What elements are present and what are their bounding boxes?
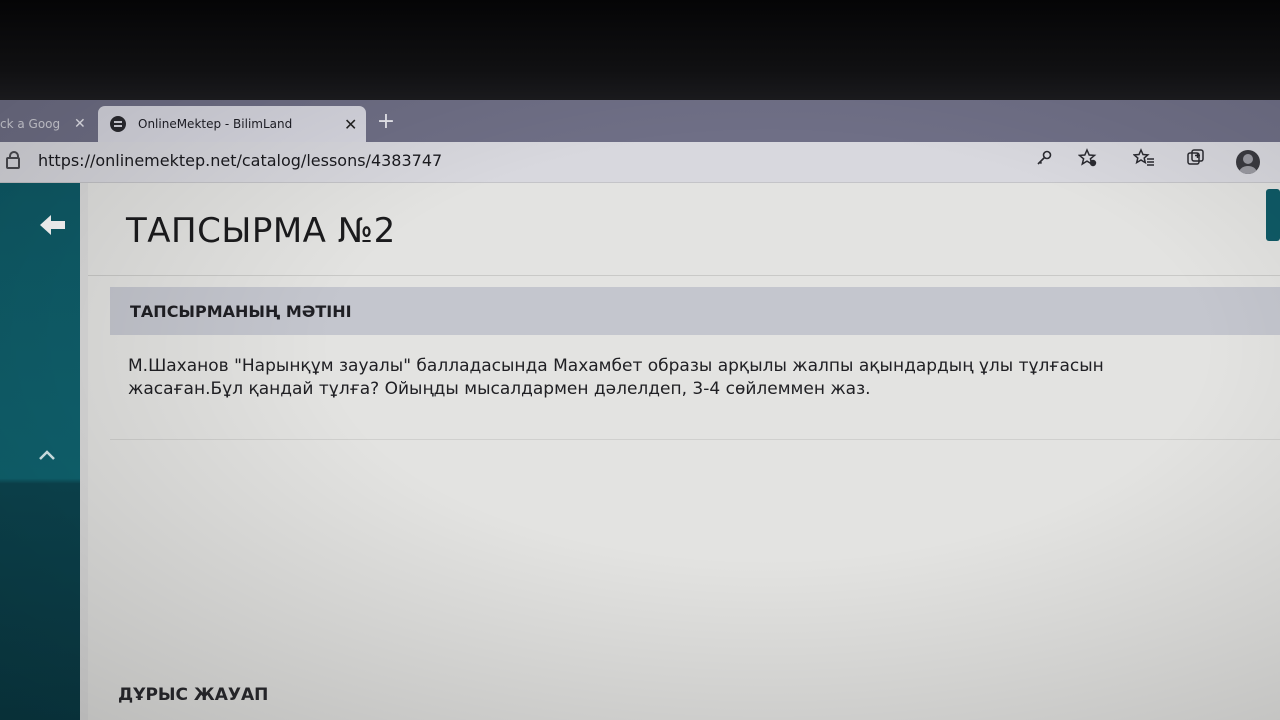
favorites-list-icon[interactable] xyxy=(1130,148,1158,176)
page-title: ТАПСЫРМА №2 xyxy=(126,211,396,251)
site-favicon-icon xyxy=(110,116,126,132)
tab-title: ck a Goog xyxy=(0,117,61,131)
section-header: ТАПСЫРМАНЫҢ МӘТІНІ xyxy=(110,287,1280,335)
divider xyxy=(88,275,1280,276)
back-arrow-icon[interactable] xyxy=(40,213,66,243)
side-panel-handle[interactable] xyxy=(1266,189,1280,241)
tab-onlinemektep[interactable]: OnlineMektep - BilimLand ✕ xyxy=(98,106,366,142)
collections-icon[interactable] xyxy=(1182,148,1210,176)
task-text: М.Шаханов "Нарынқұм зауалы" балладасында… xyxy=(128,356,1104,399)
section-header-label: ТАПСЫРМАНЫҢ МӘТІНІ xyxy=(130,302,352,321)
lock-icon[interactable] xyxy=(6,151,20,169)
close-icon[interactable]: ✕ xyxy=(344,115,357,134)
close-icon[interactable]: ✕ xyxy=(74,116,86,132)
lesson-sidebar xyxy=(0,183,80,720)
divider xyxy=(110,439,1280,440)
screen: ck a Goog ✕ OnlineMektep - BilimLand ✕ +… xyxy=(0,100,1280,720)
tab-strip: ck a Goog ✕ OnlineMektep - BilimLand ✕ + xyxy=(0,100,1280,142)
lesson-content: ТАПСЫРМА №2 ТАПСЫРМАНЫҢ МӘТІНІ М.Шаханов… xyxy=(88,183,1280,720)
correct-answer-label: ДҰРЫС ЖАУАП xyxy=(118,685,269,705)
address-toolbar: https://onlinemektep.net/catalog/lessons… xyxy=(0,142,1280,183)
tab-google[interactable]: ck a Goog ✕ xyxy=(0,106,96,142)
monitor-bezel xyxy=(0,0,1280,100)
tab-title: OnlineMektep - BilimLand xyxy=(138,117,293,131)
profile-avatar-icon[interactable] xyxy=(1236,150,1260,174)
chevron-up-icon[interactable] xyxy=(38,445,56,466)
key-icon[interactable] xyxy=(1030,148,1058,176)
favorite-star-icon[interactable] xyxy=(1074,148,1102,176)
new-tab-button[interactable]: + xyxy=(372,108,400,136)
address-bar-url[interactable]: https://onlinemektep.net/catalog/lessons… xyxy=(38,151,442,170)
